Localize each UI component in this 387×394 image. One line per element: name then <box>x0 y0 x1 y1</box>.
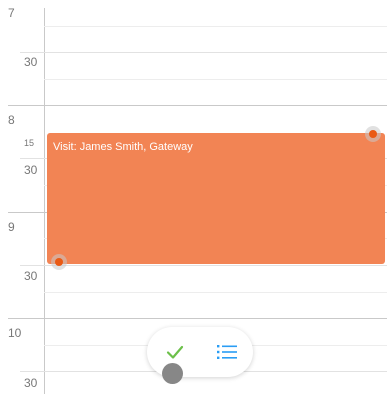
check-icon <box>166 345 184 359</box>
half-hour-label: 30 <box>24 55 38 69</box>
hour-label-8: 8 <box>8 113 15 127</box>
quarter-gridline <box>44 292 387 293</box>
hour-gridline-8 <box>8 105 387 106</box>
half-hour-gridline <box>20 265 387 266</box>
event-resize-handle-bottom[interactable] <box>51 254 67 270</box>
quarter-gridline <box>44 79 387 80</box>
event-title: Visit: James Smith, Gateway <box>53 141 193 153</box>
time-gutter-divider <box>44 8 45 394</box>
hour-label-10: 10 <box>8 326 22 340</box>
list-icon <box>217 345 237 359</box>
half-hour-label: 30 <box>24 269 38 283</box>
quarter-gridline <box>44 26 387 27</box>
day-view-calendar: 7 30 8 15 30 9 30 10 30 Visit: James Smi… <box>0 0 387 394</box>
quarter-hour-label: 15 <box>24 138 35 148</box>
hour-gridline-10 <box>8 318 387 319</box>
list-view-button[interactable] <box>206 327 246 377</box>
half-hour-gridline <box>20 52 387 53</box>
drag-handle[interactable] <box>162 363 183 384</box>
calendar-event[interactable]: Visit: James Smith, Gateway <box>47 133 385 264</box>
hour-label-9: 9 <box>8 220 15 234</box>
hour-label-7: 7 <box>8 6 15 20</box>
half-hour-label: 30 <box>24 376 38 390</box>
event-resize-handle-top[interactable] <box>365 126 381 142</box>
half-hour-label: 30 <box>24 163 38 177</box>
